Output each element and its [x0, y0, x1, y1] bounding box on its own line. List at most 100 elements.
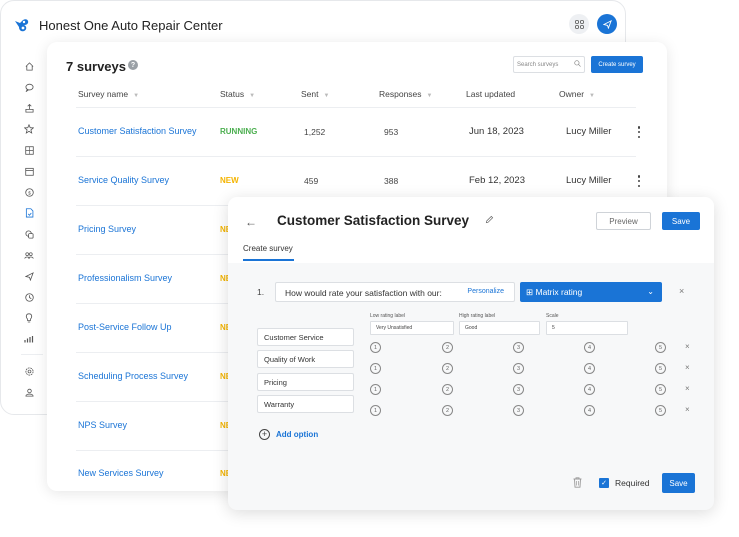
- rating-radio[interactable]: 4: [584, 342, 595, 353]
- rating-radio[interactable]: 2: [442, 363, 453, 374]
- remove-option-icon[interactable]: ×: [685, 363, 690, 372]
- preview-button[interactable]: Preview: [596, 212, 651, 230]
- question-type-label: ⊞ Matrix rating: [526, 286, 583, 297]
- option-input[interactable]: Warranty: [257, 395, 354, 413]
- question-type-select[interactable]: ⊞ Matrix rating ⌄: [520, 282, 662, 302]
- rating-radio[interactable]: 4: [584, 405, 595, 416]
- column-header-owner[interactable]: Owner ▼: [559, 89, 595, 99]
- rating-radio[interactable]: 5: [655, 342, 666, 353]
- remove-option-icon[interactable]: ×: [685, 384, 690, 393]
- rating-radio[interactable]: 1: [370, 363, 381, 374]
- required-label: Required: [615, 478, 650, 488]
- app-title: Honest One Auto Repair Center: [39, 18, 223, 33]
- back-arrow-icon[interactable]: ←: [245, 215, 257, 229]
- required-checkbox[interactable]: ✓: [599, 478, 609, 488]
- add-option-button[interactable]: + Add option: [259, 429, 318, 440]
- rating-radio[interactable]: 5: [655, 405, 666, 416]
- tab-create-survey[interactable]: Create survey: [243, 244, 293, 253]
- svg-text:$: $: [28, 190, 31, 196]
- option-input[interactable]: Quality of Work: [257, 350, 354, 368]
- sort-caret-icon: ▼: [323, 93, 330, 99]
- sort-caret-icon: ▼: [589, 93, 595, 99]
- survey-name-link[interactable]: Pricing Survey: [78, 224, 136, 234]
- last-updated: Jun 18, 2023: [469, 126, 524, 137]
- inbox-icon[interactable]: [21, 100, 37, 116]
- remove-option-icon[interactable]: ×: [685, 405, 690, 414]
- rating-radio[interactable]: 3: [513, 363, 524, 374]
- column-header-name[interactable]: Survey name ▼: [78, 89, 139, 99]
- users-icon[interactable]: [21, 247, 37, 263]
- send-nav-icon[interactable]: [21, 268, 37, 284]
- option-input[interactable]: Pricing: [257, 373, 354, 391]
- personalize-link[interactable]: Personalize: [467, 288, 504, 295]
- rating-radio[interactable]: 1: [370, 405, 381, 416]
- search-icon: [574, 60, 581, 67]
- question-number: 1.: [257, 287, 265, 297]
- survey-name-link[interactable]: Scheduling Process Survey: [78, 371, 188, 381]
- calendar-icon[interactable]: [21, 163, 37, 179]
- rating-radio[interactable]: 5: [655, 363, 666, 374]
- header-divider: [76, 107, 636, 108]
- column-header-sent[interactable]: Sent ▼: [301, 89, 329, 99]
- copy-icon[interactable]: [21, 226, 37, 242]
- rating-radio[interactable]: 3: [513, 384, 524, 395]
- survey-name-link[interactable]: Customer Satisfaction Survey: [78, 126, 197, 136]
- question-input[interactable]: How would rate your satisfaction with ou…: [275, 282, 515, 302]
- search-input[interactable]: Search surveys: [513, 56, 585, 73]
- grid-icon[interactable]: [21, 142, 37, 158]
- survey-name-link[interactable]: Post-Service Follow Up: [78, 322, 172, 332]
- create-survey-button[interactable]: Create survey: [591, 56, 643, 73]
- rating-radio[interactable]: 4: [584, 384, 595, 395]
- save-question-button[interactable]: Save: [662, 473, 695, 493]
- scale-input[interactable]: 5: [546, 321, 628, 335]
- bar-chart-icon[interactable]: [21, 331, 37, 347]
- survey-name-link[interactable]: NPS Survey: [78, 420, 127, 430]
- high-label-input[interactable]: Good: [459, 321, 540, 335]
- user-icon[interactable]: [21, 384, 37, 400]
- lightbulb-icon[interactable]: [21, 310, 37, 326]
- remove-option-icon[interactable]: ×: [685, 342, 690, 351]
- edit-pencil-icon[interactable]: [485, 215, 494, 224]
- responses-count: 953: [384, 127, 399, 137]
- check-icon: ✓: [601, 480, 607, 487]
- survey-name-link[interactable]: Professionalism Survey: [78, 273, 172, 283]
- sort-caret-icon: ▼: [133, 93, 140, 99]
- rating-radio[interactable]: 3: [513, 342, 524, 353]
- rating-radio[interactable]: 2: [442, 384, 453, 395]
- star-icon[interactable]: [21, 121, 37, 137]
- stage: Honest One Auto Repair Center $ 7 survey…: [0, 0, 739, 537]
- rating-radio[interactable]: 5: [655, 384, 666, 395]
- column-header-status[interactable]: Status ▼: [220, 89, 255, 99]
- remove-question-icon[interactable]: ×: [679, 286, 684, 296]
- save-button[interactable]: Save: [662, 212, 700, 230]
- chat-icon[interactable]: [21, 79, 37, 95]
- column-header-last-updated[interactable]: Last updated: [466, 89, 515, 99]
- low-label-input[interactable]: Very Unsatisfied: [370, 321, 454, 335]
- scale-title: Scale: [546, 313, 559, 319]
- active-tab-indicator: [243, 259, 294, 261]
- document-icon[interactable]: [21, 205, 37, 221]
- clock-icon[interactable]: [21, 289, 37, 305]
- rating-radio[interactable]: 2: [442, 342, 453, 353]
- send-icon: [602, 19, 612, 29]
- chevron-down-icon: ⌄: [647, 287, 654, 296]
- settings-icon[interactable]: [21, 363, 37, 379]
- more-options-icon[interactable]: [637, 175, 641, 187]
- more-options-icon[interactable]: [637, 126, 641, 138]
- rating-radio[interactable]: 4: [584, 363, 595, 374]
- survey-name-link[interactable]: New Services Survey: [78, 468, 164, 478]
- column-header-responses[interactable]: Responses ▼: [379, 89, 432, 99]
- send-button[interactable]: [597, 14, 617, 34]
- rating-radio[interactable]: 2: [442, 405, 453, 416]
- help-icon[interactable]: ?: [128, 60, 138, 70]
- rating-radio[interactable]: 1: [370, 342, 381, 353]
- rating-radio[interactable]: 3: [513, 405, 524, 416]
- dollar-icon[interactable]: $: [21, 184, 37, 200]
- home-icon[interactable]: [21, 58, 37, 74]
- owner: Lucy Miller: [566, 175, 612, 186]
- option-input[interactable]: Customer Service: [257, 328, 354, 346]
- trash-icon[interactable]: [573, 477, 582, 488]
- rating-radio[interactable]: 1: [370, 384, 381, 395]
- survey-name-link[interactable]: Service Quality Survey: [78, 175, 169, 185]
- apps-grid-button[interactable]: [569, 14, 589, 34]
